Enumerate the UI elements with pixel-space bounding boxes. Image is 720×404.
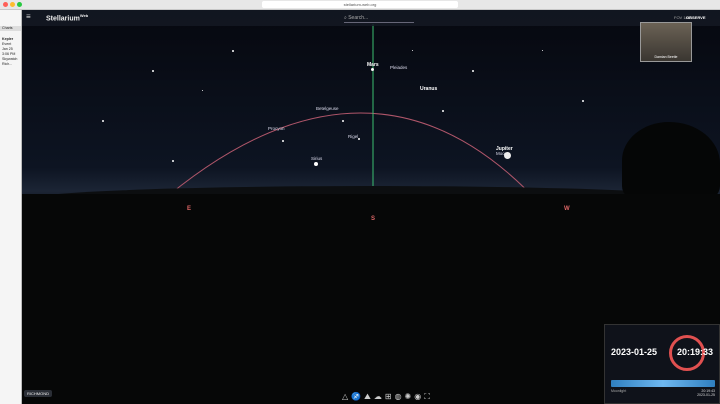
webcam-overlay: Damian Beetle: [640, 22, 692, 62]
star: [102, 120, 104, 122]
star: [358, 138, 360, 140]
bottom-toolbar: △ ♐ ⛰ ☁ ⊞ ◍ ✺ ◉ ⛶: [342, 392, 430, 402]
tree-silhouette: [622, 122, 720, 202]
grid-icon[interactable]: ⊞: [385, 392, 392, 402]
eye-icon[interactable]: ◉: [414, 392, 421, 402]
minimize-window-icon[interactable]: [10, 2, 15, 7]
star: [442, 110, 444, 112]
app-suffix: Web: [79, 13, 89, 18]
cardinal-west: W: [564, 206, 570, 212]
globe-icon[interactable]: ◍: [395, 392, 402, 402]
constellation-lines-icon[interactable]: △: [342, 392, 348, 402]
sirius-marker[interactable]: [314, 162, 318, 166]
slider-label: Moonlight: [611, 389, 627, 393]
panel-button-0[interactable]: Charts: [0, 26, 21, 31]
mars-marker[interactable]: [371, 68, 374, 71]
left-side-panel: Charts Kepler Event Jan 25 3:06 PM Skywa…: [0, 10, 22, 404]
app-name: Stellarium: [46, 15, 80, 23]
cardinal-east: E: [187, 206, 192, 212]
top-bar: ≡ StellariumWeb ⌕ Search... FOV 180° OBS…: [22, 10, 720, 26]
close-window-icon[interactable]: [3, 2, 8, 7]
star: [152, 70, 154, 72]
constellation-art-icon[interactable]: ♐: [351, 392, 361, 402]
star: [472, 70, 474, 72]
deep-sky-icon[interactable]: ✺: [405, 392, 412, 402]
atmosphere-icon[interactable]: ☁: [374, 392, 382, 402]
star: [542, 50, 543, 51]
time-slider[interactable]: [611, 380, 715, 387]
zoom-window-icon[interactable]: [17, 2, 22, 7]
browser-chrome: stellarium-web.org: [0, 0, 720, 10]
star: [342, 120, 344, 122]
time-display[interactable]: 20:19:33: [677, 347, 713, 357]
address-bar[interactable]: stellarium-web.org: [262, 1, 458, 8]
star: [172, 160, 174, 162]
search-placeholder: Search...: [348, 15, 369, 21]
stamp-date: 2023-01-25: [697, 393, 715, 397]
fullscreen-icon[interactable]: ⛶: [424, 392, 430, 402]
cardinal-south: S: [371, 216, 376, 222]
star: [582, 100, 584, 102]
star: [232, 50, 234, 52]
landscape-icon[interactable]: ⛰: [364, 392, 371, 402]
procyon-label[interactable]: Procyon: [268, 126, 285, 131]
hamburger-icon[interactable]: ≡: [26, 13, 31, 21]
star: [202, 90, 203, 91]
pleiades-label[interactable]: Pleiades: [390, 65, 407, 70]
date-display[interactable]: 2023-01-25: [611, 347, 657, 357]
rigel-label[interactable]: Rigel: [348, 134, 358, 139]
date-time-panel: 2023-01-25 20:19:33 Moonlight 20:19:43 2…: [604, 324, 720, 404]
search-input[interactable]: ⌕ Search...: [344, 13, 414, 23]
uranus-label[interactable]: Uranus: [420, 86, 437, 92]
star: [412, 50, 413, 51]
panel-line-5: Rich...: [2, 62, 13, 66]
star: [282, 140, 284, 142]
app-logo: StellariumWeb: [46, 13, 88, 22]
webcam-caption: Damian Beetle: [654, 55, 678, 59]
moon-marker[interactable]: [504, 152, 511, 159]
sirius-label[interactable]: Sirius: [311, 156, 322, 161]
timestamp: 20:19:43 2023-01-25: [697, 389, 715, 397]
observe-dropdown[interactable]: OBSERVE: [686, 15, 706, 20]
location-button[interactable]: RICHMOND: [24, 390, 52, 397]
mars-label[interactable]: Mars: [367, 62, 379, 68]
sky-view[interactable]: Mars Pleiades Uranus Betelgeuse Procyon …: [22, 10, 720, 404]
betelgeuse-label[interactable]: Betelgeuse: [316, 106, 339, 111]
